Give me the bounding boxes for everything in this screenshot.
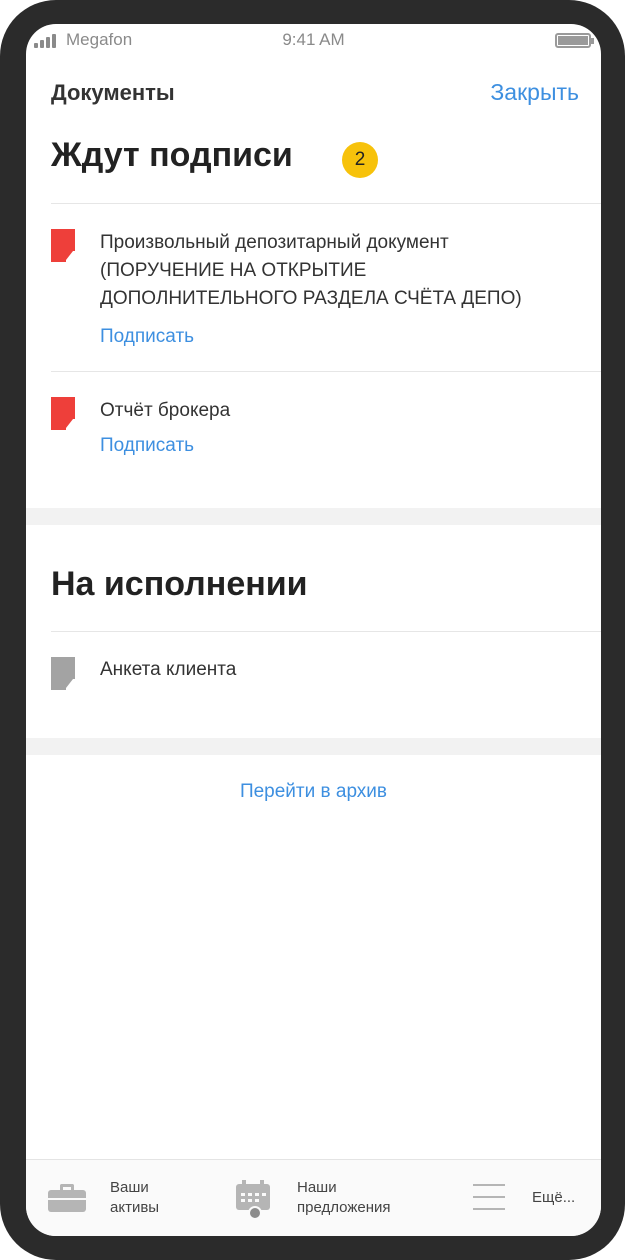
document-title-line: ДОПОЛНИТЕЛЬНОГО РАЗДЕЛА СЧЁТА ДЕПО) xyxy=(100,288,522,309)
tab-label-line: предложения xyxy=(297,1199,391,1216)
briefcase-icon xyxy=(48,1184,86,1212)
divider xyxy=(51,371,601,372)
calendar-icon xyxy=(236,1180,270,1220)
sign-link[interactable]: Подписать xyxy=(100,326,194,348)
tab-label: Наши предложения xyxy=(297,1178,391,1218)
sign-link[interactable]: Подписать xyxy=(100,435,194,457)
tab-label-line: Наши xyxy=(297,1179,337,1196)
in-progress-heading: На исполнении xyxy=(51,565,308,603)
archive-link[interactable]: Перейти в архив xyxy=(26,781,601,803)
status-bar: Megafon 9:41 AM xyxy=(26,24,601,58)
document-gray-icon xyxy=(51,657,75,690)
close-button[interactable]: Закрыть xyxy=(490,79,579,106)
document-red-icon xyxy=(51,229,75,262)
awaiting-count-badge: 2 xyxy=(342,142,378,178)
section-separator xyxy=(26,738,601,755)
tab-label-line: Ещё... xyxy=(532,1189,576,1206)
divider xyxy=(51,631,601,632)
document-title: Анкета клиента xyxy=(100,656,580,684)
phone-frame: Megafon 9:41 AM Документы Закрыть Ждут п… xyxy=(0,0,625,1260)
status-time: 9:41 AM xyxy=(282,30,345,49)
battery-icon xyxy=(555,33,594,48)
document-title-line: (ПОРУЧЕНИЕ НА ОТКРЫТИЕ xyxy=(100,260,367,281)
tab-label-line: Ваши xyxy=(110,1179,149,1196)
menu-icon xyxy=(473,1184,505,1210)
document-title-line: Произвольный депозитарный документ xyxy=(100,232,449,253)
tab-label: Ещё... xyxy=(532,1188,575,1208)
document-title: Произвольный депозитарный документ (ПОРУ… xyxy=(100,229,580,313)
section-separator xyxy=(26,508,601,525)
document-title-line: Анкета клиента xyxy=(100,659,237,680)
document-red-icon xyxy=(51,397,75,430)
screen: Megafon 9:41 AM Документы Закрыть Ждут п… xyxy=(26,24,601,1236)
tab-bar: Ваши активы Наши предложения Ещё... xyxy=(26,1159,601,1236)
divider xyxy=(51,203,601,204)
nav-title: Документы xyxy=(51,80,175,105)
document-title-line: Отчёт брокера xyxy=(100,400,231,421)
tab-label-line: активы xyxy=(110,1199,160,1216)
awaiting-heading: Ждут подписи xyxy=(51,136,293,174)
tab-label: Ваши активы xyxy=(110,1178,159,1218)
document-title: Отчёт брокера xyxy=(100,397,580,425)
